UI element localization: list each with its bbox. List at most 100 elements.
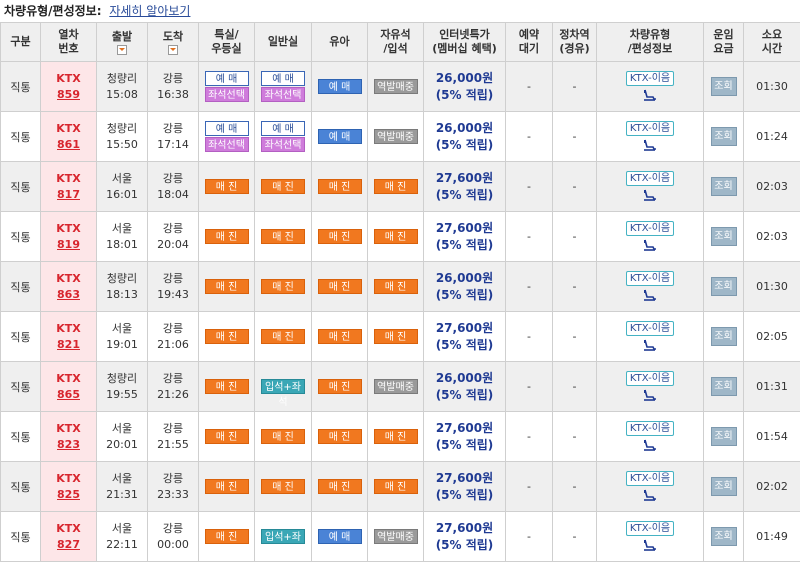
free-seat-button[interactable]: 역발매중 [373, 379, 418, 394]
train-number-link[interactable]: 827 [41, 537, 96, 553]
vehicle-type-link[interactable]: KTX-이음 [625, 471, 675, 486]
general-seat-select-button[interactable]: 좌석선택 [261, 137, 305, 152]
dropdown-icon[interactable] [168, 44, 178, 55]
infant-button[interactable]: 매 진 [317, 179, 362, 194]
vehicle-type-link[interactable]: KTX-이음 [625, 171, 675, 186]
general-seat-button[interactable]: 입석+좌석 [261, 529, 305, 558]
cell-train-no[interactable]: KTX 827 [40, 511, 97, 562]
vehicle-type-link[interactable]: KTX-이음 [625, 71, 675, 86]
cell-vehicle: KTX-이음 [596, 111, 704, 162]
general-seat-select-button[interactable]: 좌석선택 [261, 87, 305, 102]
col-arrival[interactable]: 도착 [147, 22, 199, 62]
special-seat-select-button[interactable]: 좌석선택 [204, 87, 249, 102]
fare-lookup-button[interactable]: 조회 [710, 127, 737, 146]
cell-internet-price: 26,000원 (5% 적립) [423, 361, 506, 412]
special-seat-button[interactable]: 매 진 [204, 529, 249, 544]
cell-departure: 서울 19:01 [96, 311, 148, 362]
infant-button[interactable]: 예 매 [317, 529, 362, 544]
train-number-link[interactable]: 865 [41, 387, 96, 403]
vehicle-type-link[interactable]: KTX-이음 [625, 321, 675, 336]
free-seat-button[interactable]: 역발매중 [373, 79, 418, 94]
special-seat-button[interactable]: 매 진 [204, 379, 249, 394]
train-number-link[interactable]: 823 [41, 437, 96, 453]
fare-lookup-button[interactable]: 조회 [710, 477, 737, 496]
free-seat-button[interactable]: 매 진 [373, 429, 418, 444]
infant-button[interactable]: 매 진 [317, 379, 362, 394]
fare-lookup-button[interactable]: 조회 [710, 527, 737, 546]
free-seat-button[interactable]: 역발매중 [373, 129, 418, 144]
vehicle-type-link[interactable]: KTX-이음 [625, 421, 675, 436]
free-seat-button[interactable]: 매 진 [373, 479, 418, 494]
col-departure[interactable]: 출발 [96, 22, 148, 62]
general-seat-button[interactable]: 매 진 [261, 179, 305, 194]
special-seat-button[interactable]: 매 진 [204, 279, 249, 294]
infant-button[interactable]: 매 진 [317, 329, 362, 344]
cell-type: 직통 [0, 261, 41, 312]
special-seat-button[interactable]: 예 매 [204, 121, 249, 136]
special-seat-button[interactable]: 매 진 [204, 429, 249, 444]
seat-icon [644, 239, 656, 251]
general-seat-button[interactable]: 매 진 [261, 479, 305, 494]
fare-lookup-button[interactable]: 조회 [710, 177, 737, 196]
cell-fare: 조회 [703, 211, 744, 262]
free-seat-button[interactable]: 매 진 [373, 229, 418, 244]
special-seat-select-button[interactable]: 좌석선택 [204, 137, 249, 152]
dropdown-icon[interactable] [117, 44, 127, 55]
cell-departure: 청량리 15:50 [96, 111, 148, 162]
vehicle-type-link[interactable]: KTX-이음 [625, 521, 675, 536]
special-seat-button[interactable]: 매 진 [204, 229, 249, 244]
infant-button[interactable]: 예 매 [317, 129, 362, 144]
vehicle-type-link[interactable]: KTX-이음 [625, 121, 675, 136]
free-seat-button[interactable]: 매 진 [373, 279, 418, 294]
general-seat-button[interactable]: 매 진 [261, 329, 305, 344]
fare-lookup-button[interactable]: 조회 [710, 77, 737, 96]
cell-train-no[interactable]: KTX 859 [40, 61, 97, 112]
free-seat-button[interactable]: 매 진 [373, 179, 418, 194]
train-number-link[interactable]: 863 [41, 287, 96, 303]
fare-lookup-button[interactable]: 조회 [710, 377, 737, 396]
train-number-link[interactable]: 861 [41, 137, 96, 153]
special-seat-button[interactable]: 매 진 [204, 479, 249, 494]
cell-train-no[interactable]: KTX 817 [40, 161, 97, 212]
cell-duration: 02:03 [743, 211, 800, 262]
fare-lookup-button[interactable]: 조회 [710, 277, 737, 296]
infant-button[interactable]: 매 진 [317, 429, 362, 444]
cell-arrival: 강릉 18:04 [147, 161, 199, 212]
infant-button[interactable]: 매 진 [317, 479, 362, 494]
fare-lookup-button[interactable]: 조회 [710, 327, 737, 346]
special-seat-button[interactable]: 예 매 [204, 71, 249, 86]
general-seat-button[interactable]: 예 매 [261, 71, 305, 86]
general-seat-button[interactable]: 매 진 [261, 279, 305, 294]
train-number-link[interactable]: 825 [41, 487, 96, 503]
fare-lookup-button[interactable]: 조회 [710, 227, 737, 246]
cell-train-no[interactable]: KTX 823 [40, 411, 97, 462]
cell-train-no[interactable]: KTX 863 [40, 261, 97, 312]
vehicle-type-link[interactable]: KTX-이음 [625, 371, 675, 386]
vehicle-info-link[interactable]: 자세히 알아보기 [109, 4, 190, 18]
train-number-link[interactable]: 859 [41, 87, 96, 103]
train-number-link[interactable]: 821 [41, 337, 96, 353]
train-number-link[interactable]: 819 [41, 237, 96, 253]
vehicle-type-link[interactable]: KTX-이음 [625, 271, 675, 286]
general-seat-button[interactable]: 예 매 [261, 121, 305, 136]
cell-train-no[interactable]: KTX 865 [40, 361, 97, 412]
cell-train-no[interactable]: KTX 861 [40, 111, 97, 162]
cell-departure: 서울 20:01 [96, 411, 148, 462]
infant-button[interactable]: 매 진 [317, 279, 362, 294]
train-number-link[interactable]: 817 [41, 187, 96, 203]
general-seat-button[interactable]: 매 진 [261, 229, 305, 244]
infant-button[interactable]: 예 매 [317, 79, 362, 94]
cell-train-no[interactable]: KTX 825 [40, 461, 97, 512]
infant-button[interactable]: 매 진 [317, 229, 362, 244]
cell-train-no[interactable]: KTX 819 [40, 211, 97, 262]
special-seat-button[interactable]: 매 진 [204, 179, 249, 194]
general-seat-button[interactable]: 매 진 [261, 429, 305, 444]
free-seat-button[interactable]: 매 진 [373, 329, 418, 344]
cell-internet-price: 26,000원 (5% 적립) [423, 61, 506, 112]
fare-lookup-button[interactable]: 조회 [710, 427, 737, 446]
cell-train-no[interactable]: KTX 821 [40, 311, 97, 362]
vehicle-type-link[interactable]: KTX-이음 [625, 221, 675, 236]
free-seat-button[interactable]: 역발매중 [373, 529, 418, 544]
general-seat-button[interactable]: 입석+좌석 [261, 379, 305, 408]
special-seat-button[interactable]: 매 진 [204, 329, 249, 344]
